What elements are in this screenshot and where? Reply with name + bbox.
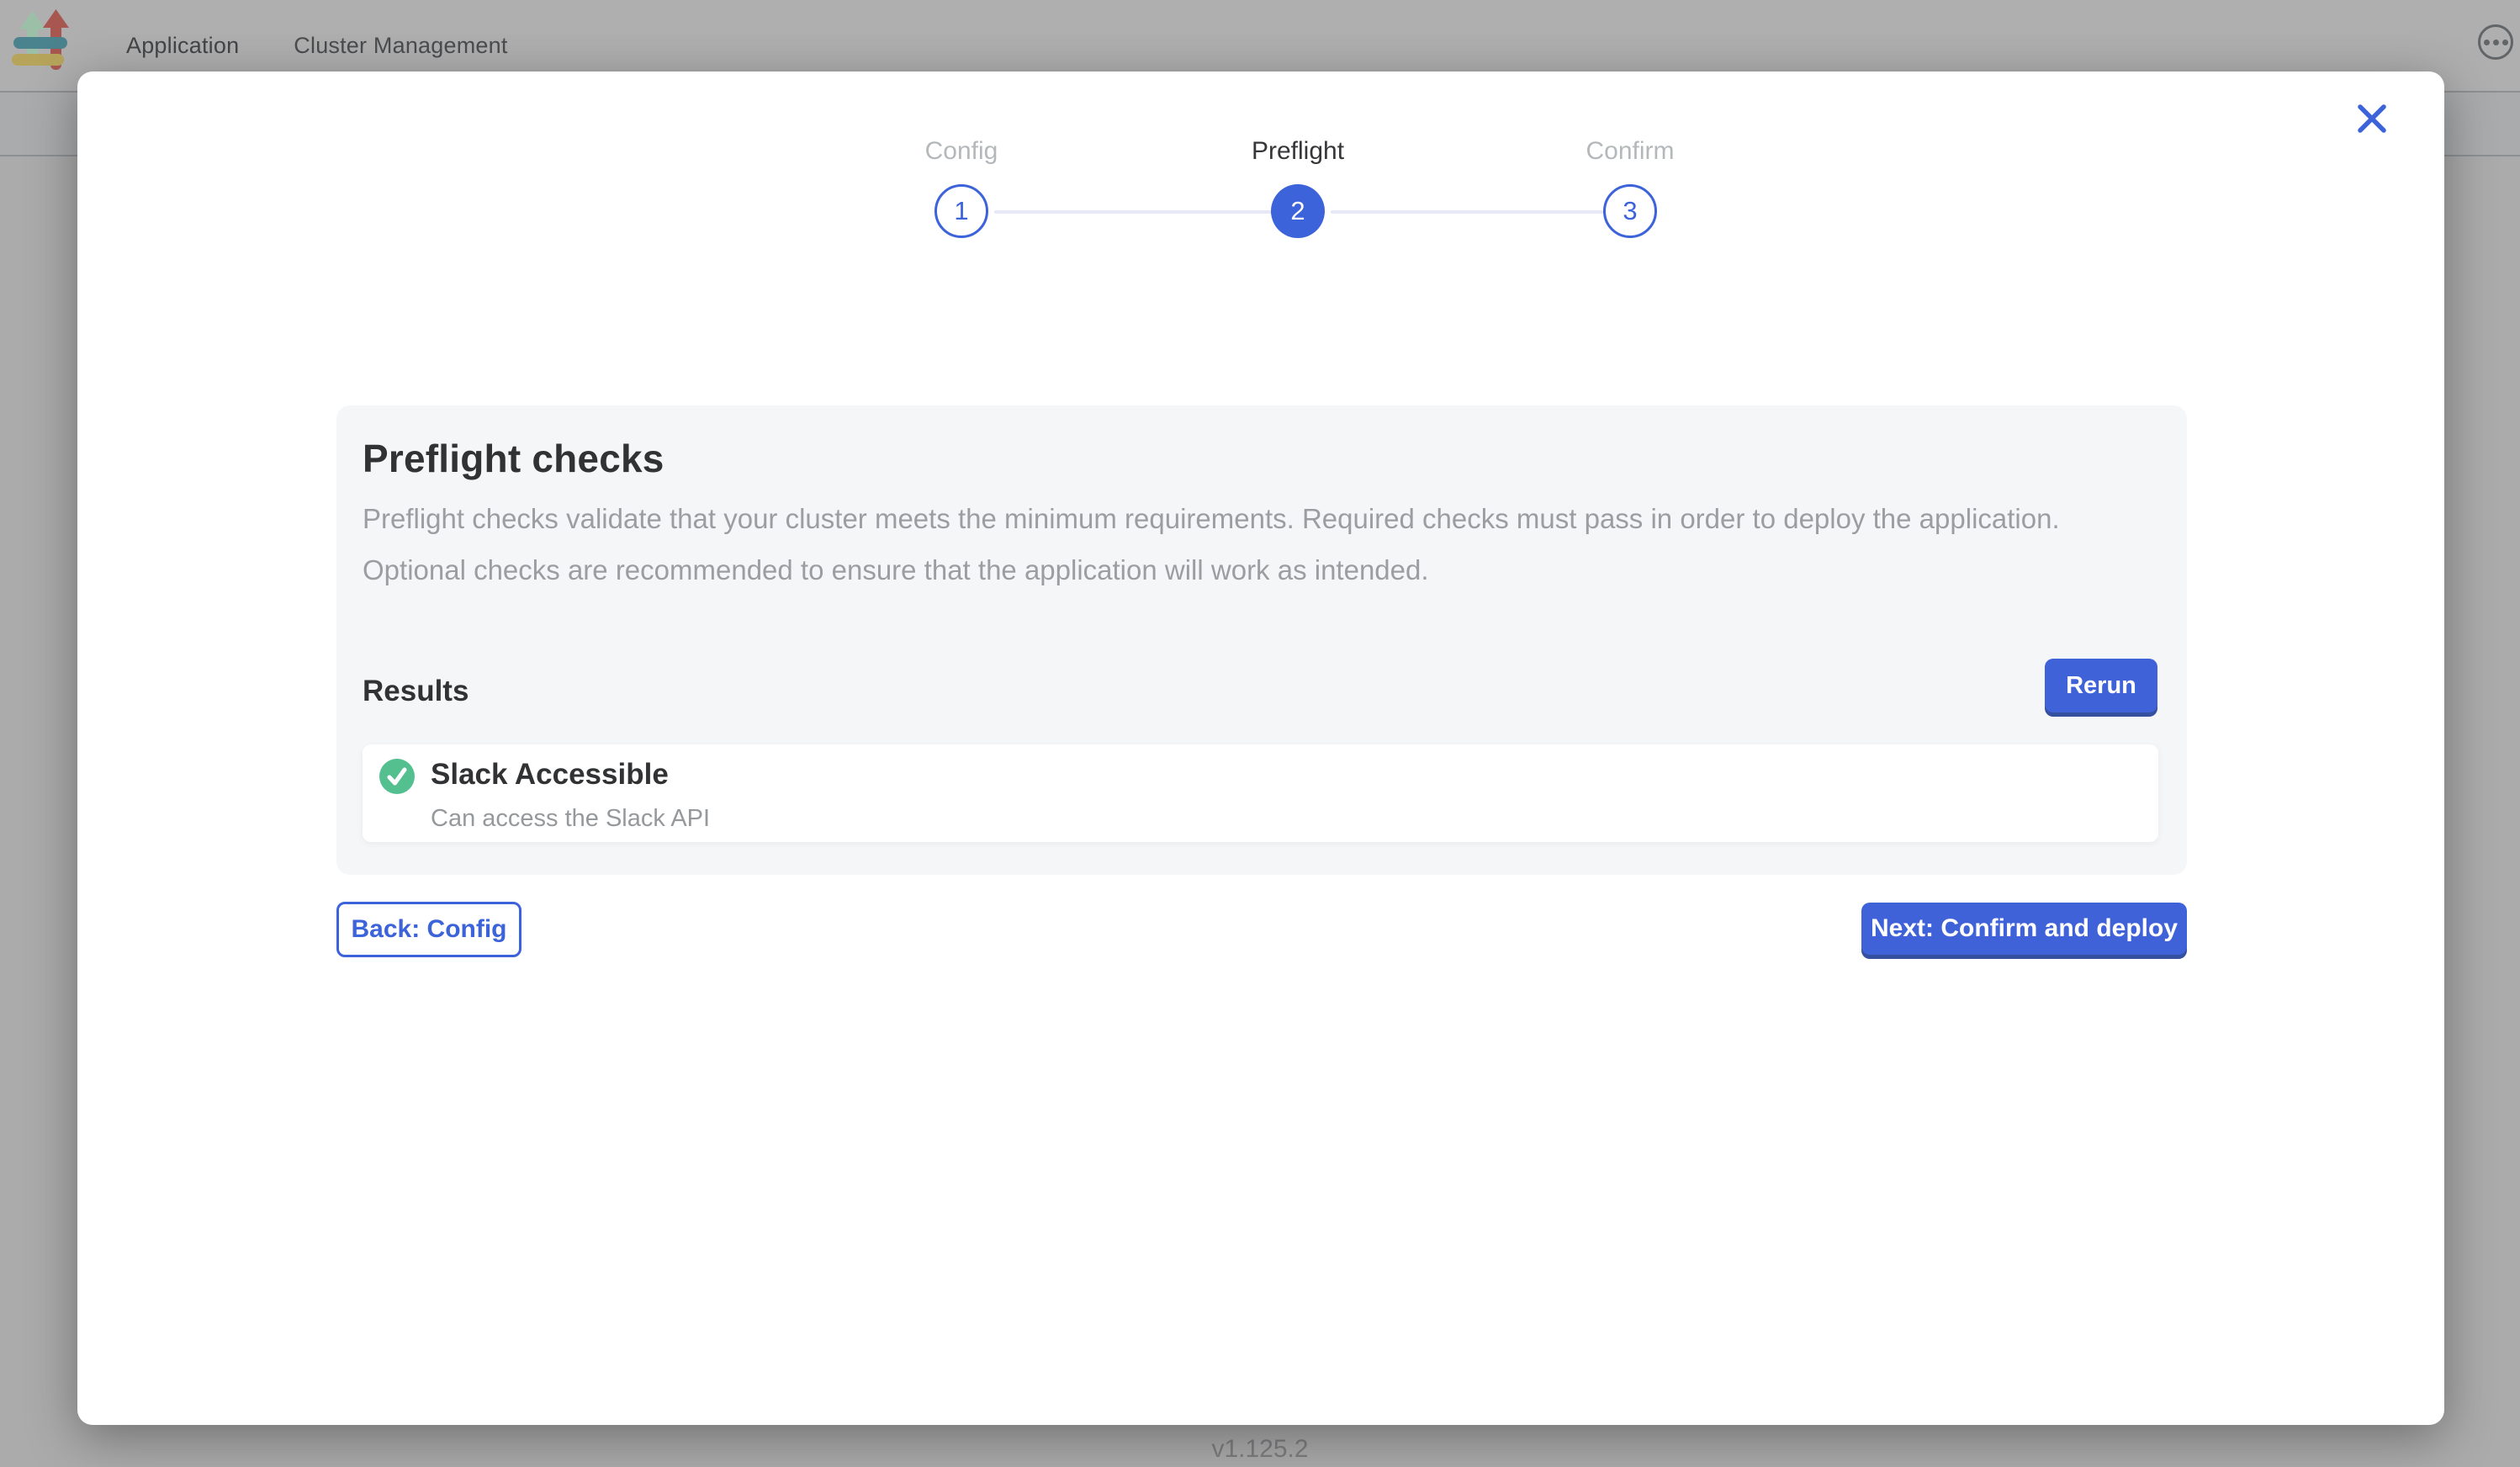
results-label: Results xyxy=(363,675,469,708)
panel-description: Preflight checks validate that your clus… xyxy=(363,493,2122,596)
nav-tab-application[interactable]: Application xyxy=(126,33,239,59)
wizard-stepper: Config Preflight Confirm 1 2 3 xyxy=(671,71,1849,341)
back-config-button[interactable]: Back: Config xyxy=(336,902,521,957)
rerun-button[interactable]: Rerun xyxy=(2045,659,2157,712)
step-label-preflight: Preflight xyxy=(1163,137,1432,166)
check-detail: Can access the Slack API xyxy=(431,805,710,833)
close-icon[interactable] xyxy=(2348,95,2396,142)
step-label-confirm: Confirm xyxy=(1496,137,1765,166)
version-label: v1.125.2 xyxy=(0,1435,2520,1464)
panel-title: Preflight checks xyxy=(363,436,664,481)
preflight-modal: Config Preflight Confirm 1 2 3 Preflight… xyxy=(77,71,2444,1425)
nav-tab-cluster-management[interactable]: Cluster Management xyxy=(294,33,507,59)
step-circle-2[interactable]: 2 xyxy=(1271,184,1325,238)
step-connector xyxy=(1331,210,1604,214)
preflight-panel: Preflight checks Preflight checks valida… xyxy=(336,405,2187,875)
check-name: Slack Accessible xyxy=(431,758,669,792)
step-circle-3[interactable]: 3 xyxy=(1603,184,1657,238)
step-connector xyxy=(994,210,1272,214)
check-pass-icon xyxy=(379,759,415,794)
app-logo-icon xyxy=(12,9,71,82)
nav-tabs: Application Cluster Management xyxy=(0,33,508,59)
step-label-config: Config xyxy=(827,137,1096,166)
ellipsis-menu-icon[interactable] xyxy=(2478,24,2513,60)
screen: Application Cluster Management v1.125.2 … xyxy=(0,0,2520,1467)
check-result-row: Slack Accessible Can access the Slack AP… xyxy=(363,744,2158,842)
next-confirm-deploy-button[interactable]: Next: Confirm and deploy xyxy=(1861,903,2187,955)
step-circle-1[interactable]: 1 xyxy=(934,184,988,238)
